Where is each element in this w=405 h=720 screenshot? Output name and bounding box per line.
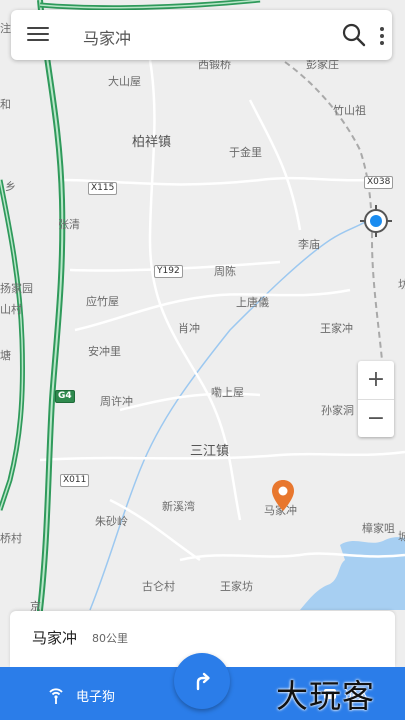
map-label: 上唐儀	[236, 296, 269, 309]
map-label: 于金里	[229, 146, 262, 159]
map-label: 大山屋	[108, 75, 141, 88]
map-label: 王家冲	[320, 322, 353, 335]
map-label: 肖冲	[178, 322, 200, 335]
map-label: 柏祥镇	[132, 135, 172, 150]
destination-distance: 80公里	[92, 632, 128, 645]
zoom-out-button[interactable]: −	[358, 400, 394, 438]
road-shield: X038	[364, 176, 394, 189]
map-label: 嘞上屋	[211, 386, 244, 399]
navigation-arrow-icon	[196, 672, 210, 691]
map-label: 和	[0, 98, 11, 111]
search-icon[interactable]	[341, 22, 367, 48]
road-shield: Y192	[154, 265, 183, 278]
navigation-button[interactable]	[174, 653, 230, 709]
watermark: 大玩客	[276, 677, 376, 715]
zoom-in-button[interactable]: +	[358, 361, 394, 399]
road-shield: X011	[60, 474, 90, 487]
map-label: 塘	[0, 349, 11, 362]
map-label: 竹山祖	[333, 104, 366, 117]
map-label: 孙家洞	[321, 404, 354, 417]
my-location-icon[interactable]	[358, 203, 394, 239]
map-label: 新溪湾	[162, 500, 195, 513]
destination-pin-icon[interactable]	[270, 479, 296, 513]
map-label: 坊	[398, 278, 405, 291]
road-shield: G4	[55, 390, 75, 403]
zoom-control: + −	[358, 361, 394, 437]
map-label: 张清	[58, 218, 80, 231]
map-label: 李庙	[298, 238, 320, 251]
map-label: 应竹屋	[86, 295, 119, 308]
search-query[interactable]: 马家冲	[83, 25, 131, 49]
destination-name: 马家冲	[32, 629, 78, 647]
map-label: 朱砂岭	[95, 515, 128, 528]
map-label: 山村	[0, 303, 22, 316]
map-label: 乡	[5, 180, 16, 193]
map-label: 注	[0, 22, 11, 35]
road-shield: X115	[88, 182, 118, 195]
search-bar[interactable]: 马家冲	[11, 10, 392, 60]
map-label: 城	[398, 530, 405, 543]
electronic-dog-label: 电子狗	[76, 689, 116, 705]
more-vertical-icon[interactable]	[375, 24, 389, 48]
electronic-dog-button[interactable]: 电子狗	[46, 685, 115, 705]
map-label: 安冲里	[88, 345, 121, 358]
map-label: 桥村	[0, 532, 22, 545]
map-label: 三江镇	[190, 444, 230, 459]
map-label: 扬家园	[0, 282, 33, 295]
radar-icon	[49, 688, 63, 704]
map-label: 古仑村	[142, 580, 175, 593]
map-label: 樟家咀	[362, 522, 395, 535]
menu-icon[interactable]	[27, 24, 49, 46]
map-label: 周许冲	[100, 395, 133, 408]
map-label: 周陈	[214, 265, 236, 278]
map-label: 王家坊	[220, 580, 253, 593]
